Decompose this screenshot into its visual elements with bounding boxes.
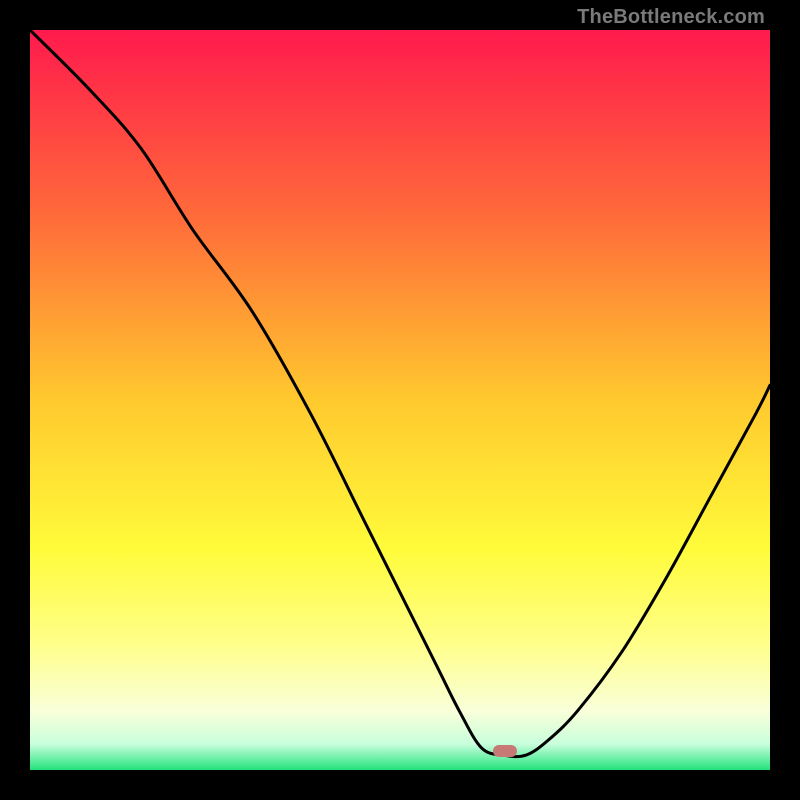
bottleneck-chart: [30, 30, 770, 770]
gradient-background: [30, 30, 770, 770]
chart-frame: TheBottleneck.com: [0, 0, 800, 800]
optimal-point-marker: [493, 745, 517, 757]
watermark-text: TheBottleneck.com: [577, 6, 765, 29]
